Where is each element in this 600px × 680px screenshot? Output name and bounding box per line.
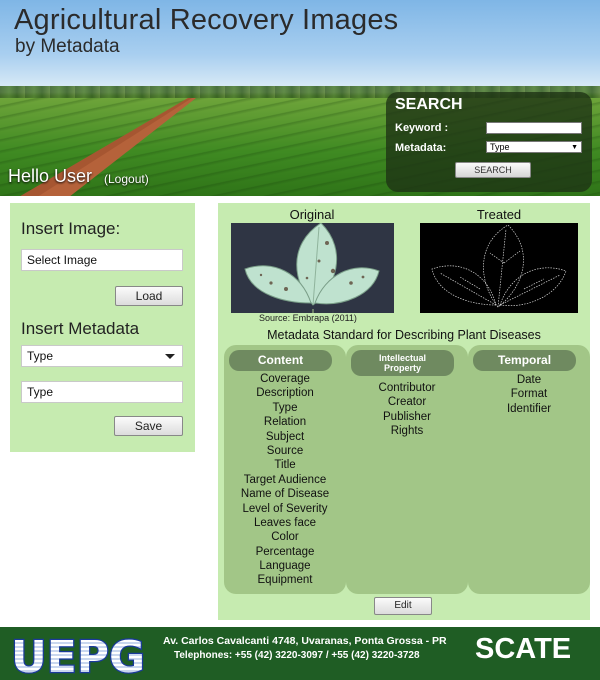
metadata-standard-title: Metadata Standard for Describing Plant D…	[267, 328, 541, 342]
header-banner: Agricultural Recovery Images by Metadata…	[0, 0, 600, 196]
list-item: Relation	[263, 416, 307, 429]
save-button[interactable]: Save	[114, 416, 183, 436]
keyword-input[interactable]	[486, 122, 582, 134]
edit-button[interactable]: Edit	[374, 597, 432, 615]
list-item: Identifier	[506, 402, 552, 415]
list-item: Publisher	[383, 410, 431, 423]
chevron-down-icon: ▼	[571, 144, 578, 151]
metadata-select[interactable]: Type ▼	[486, 141, 582, 153]
metadata-panel: Original Treated Source: Embrapa (2011) …	[218, 203, 590, 620]
select-image-field[interactable]: Select Image	[21, 249, 183, 271]
treated-leaf-image	[420, 223, 578, 313]
search-panel: SEARCH Keyword : Metadata: Type ▼ SEARCH	[386, 92, 592, 192]
insert-metadata-heading: Insert Metadata	[21, 319, 140, 338]
load-button[interactable]: Load	[115, 286, 183, 306]
keyword-label: Keyword :	[395, 122, 449, 134]
list-item: Date	[516, 374, 542, 386]
header-line: Intellectual	[378, 353, 426, 363]
svg-text:UEPG: UEPG	[11, 632, 145, 678]
footer: UEPG Av. Carlos Cavalcanti 4748, Uvarana…	[0, 627, 600, 680]
list-item: Creator	[387, 396, 427, 409]
list-item: Source	[266, 444, 304, 457]
app-subtitle: by Metadata	[15, 36, 120, 57]
list-item: Equipment	[257, 574, 313, 587]
scate-brand: SCATE	[475, 633, 572, 665]
temporal-column: Temporal Date Format Identifier	[468, 345, 590, 594]
insert-image-heading: Insert Image:	[21, 219, 121, 238]
list-item: Color	[271, 531, 299, 544]
list-item: Percentage	[255, 545, 315, 558]
list-item: Contributor	[378, 382, 436, 394]
metadata-type-select[interactable]: Type	[21, 345, 183, 367]
phones-text: Telephones: +55 (42) 3220-3097 / +55 (42…	[174, 650, 420, 661]
app-title: Agricultural Recovery Images	[14, 4, 399, 36]
greeting: Hello User	[8, 166, 93, 186]
content-list: Coverage Description Type Relation Subje…	[224, 372, 346, 588]
list-item: Title	[274, 459, 296, 472]
metadata-type-select-value: Type	[27, 349, 54, 363]
list-item: Level of Severity	[242, 502, 328, 515]
temporal-column-header: Temporal	[473, 350, 576, 371]
search-button[interactable]: SEARCH	[455, 162, 531, 178]
original-caption: Original	[289, 207, 335, 222]
content-column-header: Content	[229, 350, 332, 371]
metadata-select-value: Type	[490, 142, 510, 152]
temporal-list: Date Format Identifier	[468, 373, 590, 416]
list-item: Coverage	[260, 373, 310, 385]
list-item: Language	[259, 560, 311, 573]
intellectual-property-column: Intellectual Property Contributor Creato…	[346, 345, 468, 594]
metadata-label: Metadata:	[395, 142, 447, 154]
dropdown-arrow-icon	[165, 354, 175, 359]
search-title: SEARCH	[395, 96, 463, 113]
treated-caption: Treated	[476, 207, 522, 222]
list-item: Name of Disease	[240, 488, 330, 501]
address-text: Av. Carlos Cavalcanti 4748, Uvaranas, Po…	[163, 635, 447, 647]
content-column: Content Coverage Description Type Relati…	[224, 345, 346, 594]
header-line: Property	[383, 363, 421, 373]
insert-panel: Insert Image: Select Image Load Insert M…	[10, 203, 195, 452]
list-item: Type	[272, 401, 298, 414]
intellectual-property-list: Contributor Creator Publisher Rights	[346, 381, 468, 439]
list-item: Target Audience	[243, 473, 327, 486]
metadata-value-input[interactable]: Type	[21, 381, 183, 403]
list-item: Leaves face	[253, 516, 316, 529]
list-item: Format	[510, 388, 548, 401]
uepg-logo: UEPG	[10, 631, 147, 678]
list-item: Description	[256, 387, 314, 400]
list-item: Rights	[390, 425, 424, 438]
original-leaf-image	[231, 223, 394, 313]
image-source-caption: Source: Embrapa (2011)	[259, 313, 357, 323]
list-item: Subject	[265, 430, 305, 443]
intellectual-property-column-header: Intellectual Property	[351, 350, 454, 376]
logout-link[interactable]: (Logout)	[104, 172, 149, 186]
